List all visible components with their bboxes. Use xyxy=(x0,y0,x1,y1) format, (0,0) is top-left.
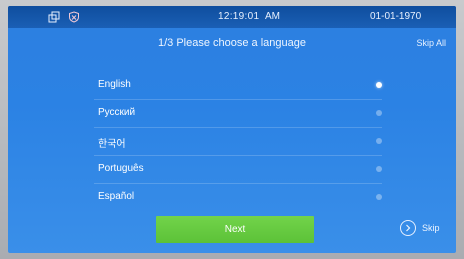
windows-icon xyxy=(48,10,60,23)
next-button[interactable]: Next xyxy=(156,216,314,243)
language-list: English Русский 한국어 Português Español xyxy=(94,72,382,211)
status-icons xyxy=(48,10,80,23)
radio-selected-icon[interactable] xyxy=(376,82,382,88)
screen: 12:19:01 AM 01-01-1970 1/3 Please choose… xyxy=(8,6,456,253)
language-option-portuguese[interactable]: Português xyxy=(94,156,382,184)
language-label: 한국어 xyxy=(98,139,126,150)
skip-all-button[interactable]: Skip All xyxy=(416,38,446,48)
status-bar: 12:19:01 AM 01-01-1970 xyxy=(8,6,456,28)
skip-button[interactable]: Skip xyxy=(400,220,440,236)
skip-label: Skip xyxy=(422,223,440,233)
status-date: 01-01-1970 xyxy=(370,11,422,22)
radio-unselected-icon[interactable] xyxy=(376,110,382,116)
status-ampm: AM xyxy=(265,11,280,22)
radio-unselected-icon[interactable] xyxy=(376,138,382,144)
language-label: Русский xyxy=(98,107,136,118)
language-option-english[interactable]: English xyxy=(94,72,382,100)
status-time: 12:19:01 xyxy=(218,11,260,22)
radio-unselected-icon[interactable] xyxy=(376,194,382,200)
radio-unselected-icon[interactable] xyxy=(376,166,382,172)
language-option-korean[interactable]: 한국어 xyxy=(94,128,382,156)
chevron-right-circle-icon xyxy=(400,220,416,236)
language-label: English xyxy=(98,79,131,90)
language-option-russian[interactable]: Русский xyxy=(94,100,382,128)
language-label: Español xyxy=(98,191,135,202)
language-option-spanish[interactable]: Español xyxy=(94,184,382,211)
language-label: Português xyxy=(98,163,144,174)
shield-icon xyxy=(68,10,80,23)
page-title: 1/3 Please choose a language xyxy=(157,37,306,49)
